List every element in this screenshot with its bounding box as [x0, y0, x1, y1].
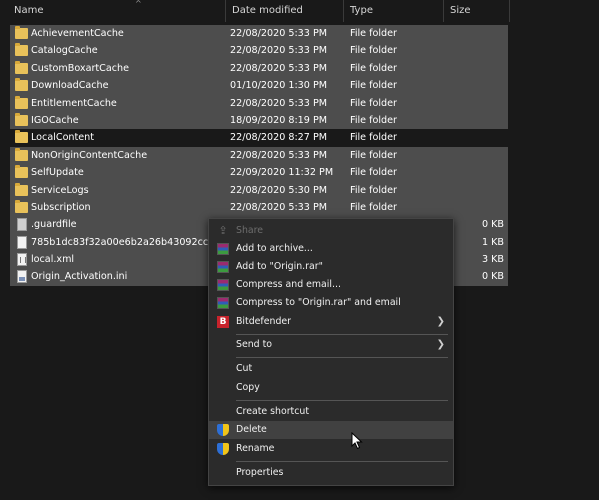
ini-file-icon — [17, 270, 27, 284]
menu-item-create-shortcut[interactable]: Create shortcut — [209, 403, 453, 421]
list-item[interactable]: Subscription 22/08/2020 5:33 PM File folde… — [10, 198, 508, 217]
file-icon — [17, 218, 27, 232]
list-item[interactable]: IGOCache 18/09/2020 8:19 PM File folder — [10, 111, 508, 130]
folder-icon — [15, 199, 28, 213]
menu-item-cut[interactable]: Cut — [209, 360, 453, 378]
list-item[interactable]: EntitlementCache 22/08/2020 5:33 PM File f… — [10, 94, 508, 112]
folder-icon — [15, 26, 28, 39]
list-item[interactable]: ServiceLogs 22/08/2020 5:30 PM File folder — [10, 181, 508, 199]
context-menu: ⇪ Share Add to archive... Add to "Origin… — [208, 218, 454, 486]
folder-icon — [15, 112, 28, 126]
bitdefender-icon: B — [217, 316, 229, 328]
menu-item-add-to-archive[interactable]: Add to archive... — [209, 240, 453, 258]
uac-shield-icon — [217, 424, 229, 436]
winrar-icon — [217, 261, 229, 273]
folder-icon — [15, 130, 28, 144]
menu-separator — [236, 334, 448, 335]
column-type[interactable]: Type — [344, 0, 444, 22]
menu-separator — [236, 461, 448, 462]
chevron-right-icon: ❯ — [436, 316, 445, 327]
list-item[interactable]: AchievementCache 22/08/2020 5:33 PM File f… — [10, 25, 508, 43]
column-size[interactable]: Size — [444, 0, 510, 22]
column-date-modified[interactable]: Date modified — [226, 0, 344, 22]
folder-icon — [15, 182, 28, 196]
folder-icon — [15, 43, 28, 57]
menu-item-delete[interactable]: Delete — [209, 421, 453, 439]
folder-icon — [15, 78, 28, 92]
file-icon — [17, 235, 27, 249]
list-item[interactable]: LocalContent 22/08/2020 8:27 PM File folde… — [10, 129, 508, 146]
list-item[interactable]: SelfUpdate 22/09/2020 11:32 PM File folder — [10, 164, 508, 182]
menu-item-copy[interactable]: Copy — [209, 379, 453, 397]
menu-item-compress-and-email[interactable]: Compress and email... — [209, 276, 453, 294]
menu-item-properties[interactable]: Properties — [209, 464, 453, 482]
menu-item-add-to-origin-rar[interactable]: Add to "Origin.rar" — [209, 258, 453, 276]
folder-icon — [15, 165, 28, 179]
list-item[interactable]: NonOriginContentCache 22/08/2020 5:33 PM F… — [10, 146, 508, 165]
menu-item-bitdefender[interactable]: B Bitdefender ❯ — [209, 313, 453, 331]
menu-item-rename[interactable]: Rename — [209, 440, 453, 458]
list-item[interactable]: DownloadCache 01/10/2020 1:30 PM File fold… — [10, 77, 508, 95]
menu-item-send-to[interactable]: Send to ❯ — [209, 336, 453, 354]
folder-icon — [15, 60, 28, 74]
column-header: ^ Name Date modified Type Size — [0, 0, 599, 22]
column-name[interactable]: Name — [8, 0, 226, 22]
menu-separator — [236, 400, 448, 401]
share-icon: ⇪ — [218, 224, 228, 237]
winrar-icon — [217, 279, 229, 291]
list-item[interactable]: CustomBoxartCache 22/08/2020 5:33 PM File … — [10, 59, 508, 78]
uac-shield-icon — [217, 443, 229, 455]
chevron-right-icon: ❯ — [436, 339, 445, 350]
menu-item-compress-to-origin-rar-and-email[interactable]: Compress to "Origin.rar" and email — [209, 294, 453, 312]
mouse-cursor-icon — [351, 432, 363, 450]
list-item[interactable]: CatalogCache 22/08/2020 5:33 PM File folde… — [10, 42, 508, 60]
folder-icon — [15, 147, 28, 161]
winrar-icon — [217, 297, 229, 309]
folder-icon — [15, 95, 28, 109]
menu-item-share[interactable]: ⇪ Share — [209, 222, 453, 240]
xml-file-icon — [17, 253, 27, 267]
menu-separator — [236, 357, 448, 358]
winrar-icon — [217, 243, 229, 255]
